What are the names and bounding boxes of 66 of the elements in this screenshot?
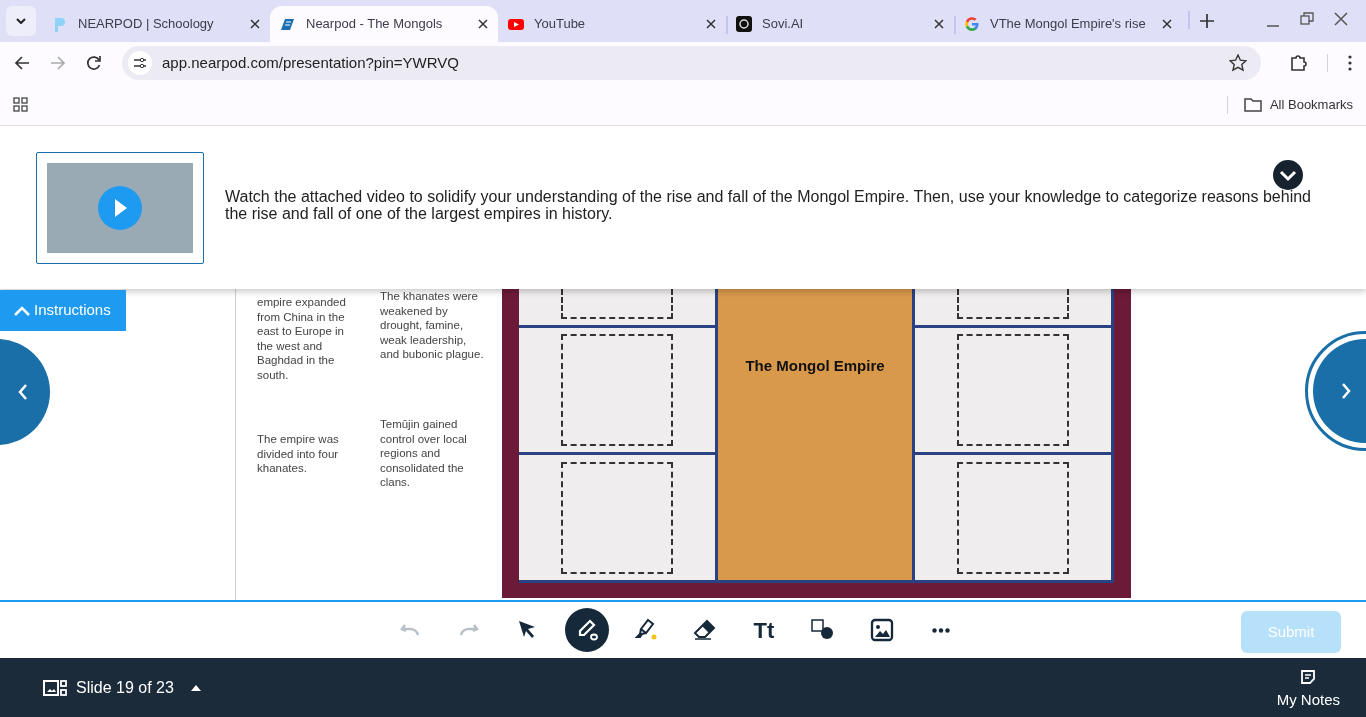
star-icon[interactable] [1229,54,1247,72]
tab-list-button[interactable] [6,6,36,36]
close-icon[interactable] [706,19,716,29]
slide-navigator-button[interactable]: Slide 19 of 23 [43,675,201,700]
address-bar[interactable]: app.nearpod.com/presentation?pin=YWRVQ [122,46,1261,80]
eraser-icon [693,618,717,642]
tab-title: NEARPOD | Schoology [78,15,215,34]
close-icon[interactable] [934,19,944,29]
chevron-left-icon [18,384,28,400]
collapse-chevron-icon[interactable] [1273,160,1303,190]
slides-icon [43,679,67,696]
restore-icon[interactable] [1300,12,1314,26]
play-icon[interactable] [98,186,142,230]
drop-zone[interactable] [957,334,1070,446]
all-bookmarks-button[interactable]: All Bookmarks [1243,94,1353,115]
video-thumbnail[interactable] [36,152,204,264]
close-icon[interactable] [250,19,260,29]
browser-tab[interactable]: NEARPOD | Schoology [42,6,270,42]
play-logo-icon [508,16,524,32]
letter-p-logo-icon [52,16,68,32]
draggable-card-text[interactable]: The khanates were weakened by drought, famine, weak leadership, and bubonic plague. [380,289,484,362]
puzzle-icon[interactable] [1289,54,1307,72]
new-tab-icon[interactable] [1200,14,1214,28]
draggable-card-text[interactable]: The empire was divided into four khanates. [257,432,355,476]
tab-title: Nearpod - The Mongols [306,15,444,34]
instructions-text: Watch the attached video to solidify your understanding of the rise and fall of the Mongol Empire. Then, use your knowledge to categorize reasons behind the rise and fall of one of the largest empires in history. [225,188,1312,222]
circle-logo-icon [736,16,752,32]
tab-title: Sovi.AI [762,15,805,34]
browser-tab[interactable]: VThe Mongol Empire's rise [954,6,1182,42]
close-icon[interactable] [1334,12,1348,26]
browser-tab[interactable]: Sovi.AI [726,6,954,42]
close-icon[interactable] [1162,19,1172,29]
tool-button[interactable]: Tt [742,608,786,652]
shapes-icon [811,618,835,642]
draggable-card-text[interactable]: Temūjin gained control over local regions and consolidated the clans. [380,417,478,490]
undo-icon [400,624,420,636]
notes-icon [1300,669,1317,686]
tool-button[interactable] [565,608,609,652]
tab-title: YouTube [534,15,587,34]
drop-zone[interactable] [957,461,1070,574]
parallelogram-logo-icon [280,16,296,32]
drop-zone[interactable] [560,461,673,574]
board-title: The Mongol Empire [745,356,885,376]
back-icon[interactable] [14,55,30,71]
site-settings-icon[interactable] [133,57,147,69]
url-text: app.nearpod.com/presentation?pin=YWRVQ [162,52,460,73]
g-logo-icon [964,16,980,32]
close-icon[interactable] [478,19,488,29]
more-icon[interactable] [1348,55,1352,71]
folder-icon [1243,97,1262,112]
highlighter-icon [634,618,658,642]
draggable-card-text[interactable]: empire expanded from China in the east to Europe in the west and Baghdad in the south. [257,295,355,382]
browser-tab[interactable]: Nearpod - The Mongols [270,6,498,42]
image-icon [870,618,894,642]
reload-icon[interactable] [86,55,102,71]
my-notes-button[interactable]: My Notes [1276,663,1340,712]
browser-tab[interactable]: YouTube [498,6,726,42]
caret-up-icon [190,684,201,691]
chevron-up-icon [14,305,30,316]
redo-icon [459,624,479,636]
chevron-right-icon [1341,383,1351,399]
tab-title: VThe Mongol Empire's rise [990,15,1147,34]
drop-zone[interactable] [560,334,673,446]
caret-icon [16,18,26,24]
apps-grid-icon[interactable] [13,97,28,112]
more-icon [932,627,950,633]
